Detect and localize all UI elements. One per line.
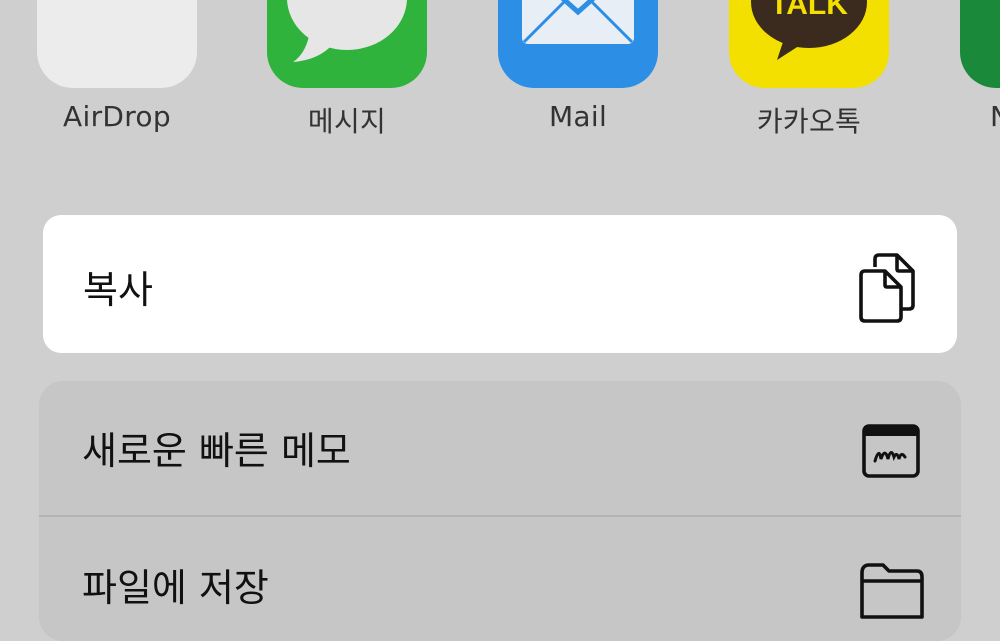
app-airdrop[interactable]: AirDrop — [0, 0, 200, 150]
app-label: Mail — [548, 100, 608, 133]
quick-note-icon — [861, 423, 921, 483]
app-kakaotalk[interactable]: TALK 카카오톡 — [692, 0, 892, 150]
quick-note-action[interactable]: 새로운 빠른 메모 — [39, 381, 961, 517]
copy-icon — [859, 253, 919, 323]
partial-app-icon — [960, 0, 1000, 88]
app-label: 카카오톡 — [756, 105, 862, 138]
mail-icon — [498, 0, 658, 88]
app-messages[interactable]: 메시지 — [230, 0, 430, 150]
app-label: N — [990, 100, 1000, 133]
app-label: AirDrop — [63, 100, 171, 133]
kakaotalk-icon: TALK — [729, 0, 889, 88]
quick-note-label: 새로운 빠른 메모 — [82, 429, 351, 473]
copy-action[interactable]: 복사 — [43, 215, 957, 353]
kakaotalk-icon-text: TALK — [770, 0, 848, 21]
save-to-files-action[interactable]: 파일에 저장 — [39, 517, 961, 641]
app-label: 메시지 — [307, 105, 387, 138]
messages-icon — [267, 0, 427, 88]
app-mail[interactable]: Mail — [461, 0, 661, 150]
folder-icon — [859, 561, 925, 621]
copy-label: 복사 — [83, 268, 153, 312]
save-to-files-label: 파일에 저장 — [82, 566, 269, 610]
actions-group: 새로운 빠른 메모 파일에 저장 — [39, 381, 961, 641]
airdrop-icon — [37, 0, 197, 88]
app-partial[interactable]: N — [923, 0, 1000, 150]
